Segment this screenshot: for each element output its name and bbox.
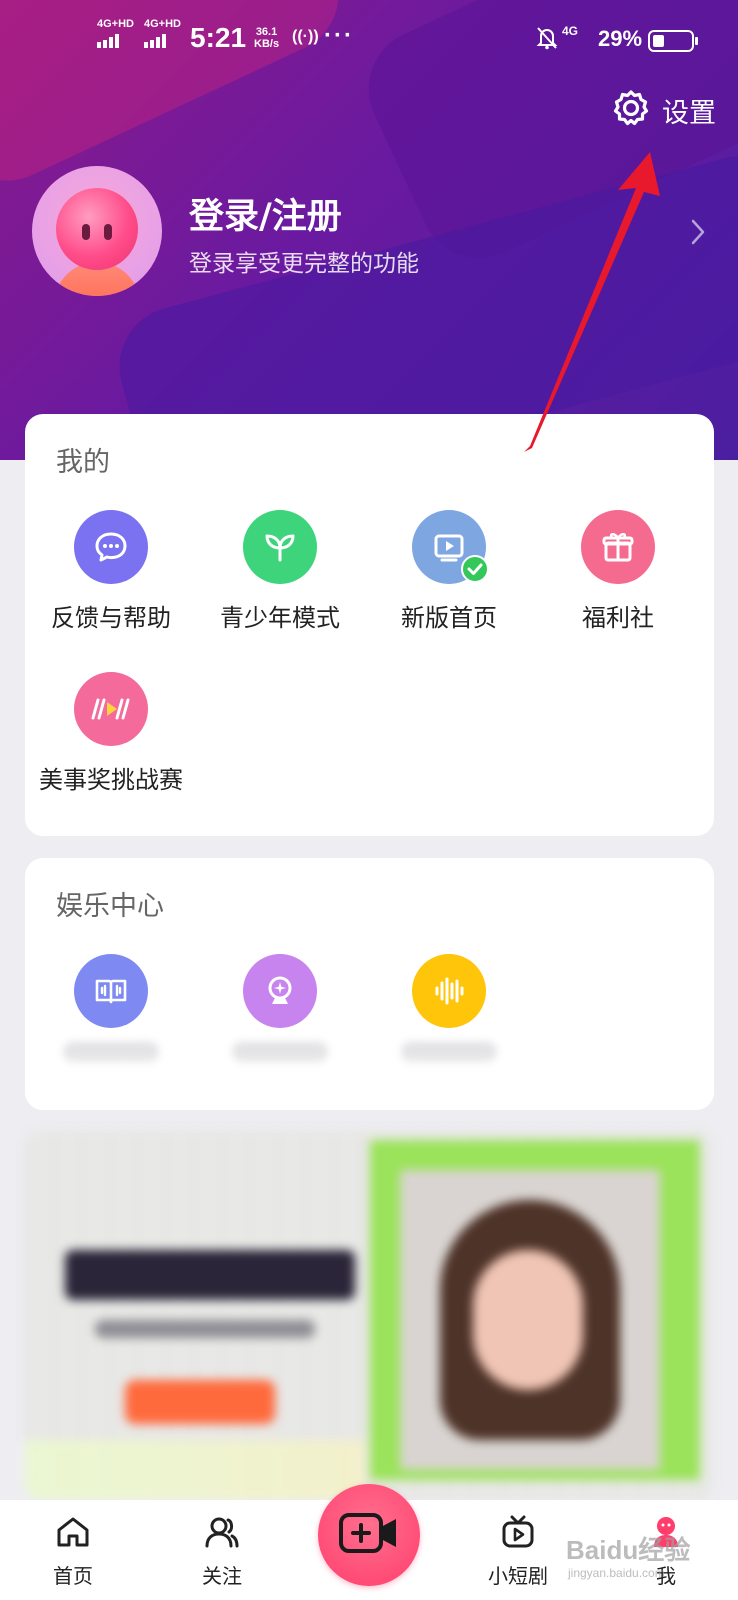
- battery-percent: 29%: [598, 26, 643, 51]
- profile-header: 4G+HD 4G+HD 5:21 36.1 KB/s ((·)) ··· 4G …: [0, 0, 738, 460]
- settings-label: 设置: [662, 97, 716, 129]
- banner-photo-face: [473, 1250, 583, 1390]
- avatar-head: [56, 188, 138, 270]
- follow-icon: [202, 1517, 242, 1556]
- audio-book-icon: [74, 954, 148, 1028]
- gift-icon: [581, 510, 655, 584]
- watermark-url: jingyan.baidu.com: [568, 1566, 665, 1580]
- nav-short-drama[interactable]: 小短剧: [478, 1512, 558, 1589]
- battery-icon: [648, 30, 698, 52]
- hotspot-icon: ((·)): [292, 28, 319, 45]
- promo-banner[interactable]: [25, 1130, 714, 1500]
- nav-home-label: 首页: [53, 1564, 93, 1588]
- login-subtitle: 登录享受更完整的功能: [189, 251, 419, 277]
- avatar[interactable]: [32, 166, 162, 296]
- banner-title-blurred: [65, 1250, 355, 1300]
- network-speed: 36.1 KB/s: [254, 26, 279, 50]
- welfare-label: 福利社: [582, 604, 654, 632]
- feedback-help-item[interactable]: 反馈与帮助: [25, 510, 197, 633]
- sound-wave-icon: [412, 954, 486, 1028]
- new-home-item[interactable]: 新版首页: [363, 510, 535, 633]
- short-drama-icon: [498, 1515, 538, 1556]
- crystal-ball-icon: [243, 954, 317, 1028]
- signal-bars-icon: [144, 34, 181, 48]
- status-bar: 4G+HD 4G+HD 5:21 36.1 KB/s ((·)) ··· 4G …: [0, 18, 738, 68]
- mine-section-title: 我的: [56, 447, 110, 478]
- entertainment-section-title: 娱乐中心: [56, 891, 164, 922]
- gear-icon: [612, 89, 650, 131]
- banner-bottom-strip: [25, 1440, 365, 1500]
- entertainment-card: 娱乐中心: [25, 858, 714, 1110]
- card-fade-overlay: [25, 1036, 714, 1110]
- teen-mode-item[interactable]: 青少年模式: [194, 510, 366, 633]
- mute-bell-icon: [536, 26, 558, 55]
- check-badge-icon: [460, 554, 490, 588]
- challenge-item[interactable]: 美事奖挑战赛: [25, 672, 197, 795]
- mine-card: 我的 反馈与帮助 青少年模式 新版首页 福利社 美事奖挑战赛: [25, 414, 714, 836]
- new-home-label: 新版首页: [401, 604, 497, 632]
- login-register-link[interactable]: 登录/注册: [189, 188, 342, 239]
- record-video-button[interactable]: [318, 1484, 420, 1586]
- home-icon: [53, 1517, 93, 1556]
- settings-button[interactable]: 设置: [612, 90, 716, 130]
- more-notifications-icon: ···: [324, 22, 354, 49]
- signal-label-1: 4G+HD: [97, 18, 134, 30]
- clock: 5:21: [190, 22, 247, 53]
- record-video-icon: [338, 1512, 400, 1558]
- welfare-item[interactable]: 福利社: [532, 510, 704, 633]
- network-type: 4G: [562, 24, 579, 38]
- avatar-eye: [104, 224, 112, 240]
- nav-follow[interactable]: 关注: [182, 1512, 262, 1589]
- speed-value: 36.1: [255, 26, 278, 38]
- signal-bars-icon: [97, 34, 134, 48]
- zebra-play-icon: [74, 672, 148, 746]
- signal-label-2: 4G+HD: [144, 18, 181, 30]
- challenge-label: 美事奖挑战赛: [39, 766, 183, 794]
- feedback-help-label: 反馈与帮助: [51, 604, 171, 632]
- nav-short-drama-label: 小短剧: [488, 1564, 548, 1588]
- play-screen-icon: [412, 510, 489, 584]
- battery-fill: [653, 35, 664, 47]
- signal-indicator-1: 4G+HD: [97, 18, 134, 48]
- chevron-right-icon[interactable]: [690, 218, 706, 250]
- teen-mode-label: 青少年模式: [220, 604, 340, 632]
- speed-unit: KB/s: [254, 38, 280, 50]
- nav-home[interactable]: 首页: [33, 1512, 113, 1589]
- watermark-logo: Baidu经验: [566, 1535, 691, 1565]
- nav-follow-label: 关注: [202, 1564, 242, 1588]
- banner-cta-blurred: [125, 1380, 275, 1424]
- signal-indicator-2: 4G+HD: [144, 18, 181, 48]
- banner-subtitle-blurred: [95, 1320, 315, 1338]
- avatar-eye: [82, 224, 90, 240]
- sprout-icon: [243, 510, 317, 584]
- chat-bubble-icon: [74, 510, 148, 584]
